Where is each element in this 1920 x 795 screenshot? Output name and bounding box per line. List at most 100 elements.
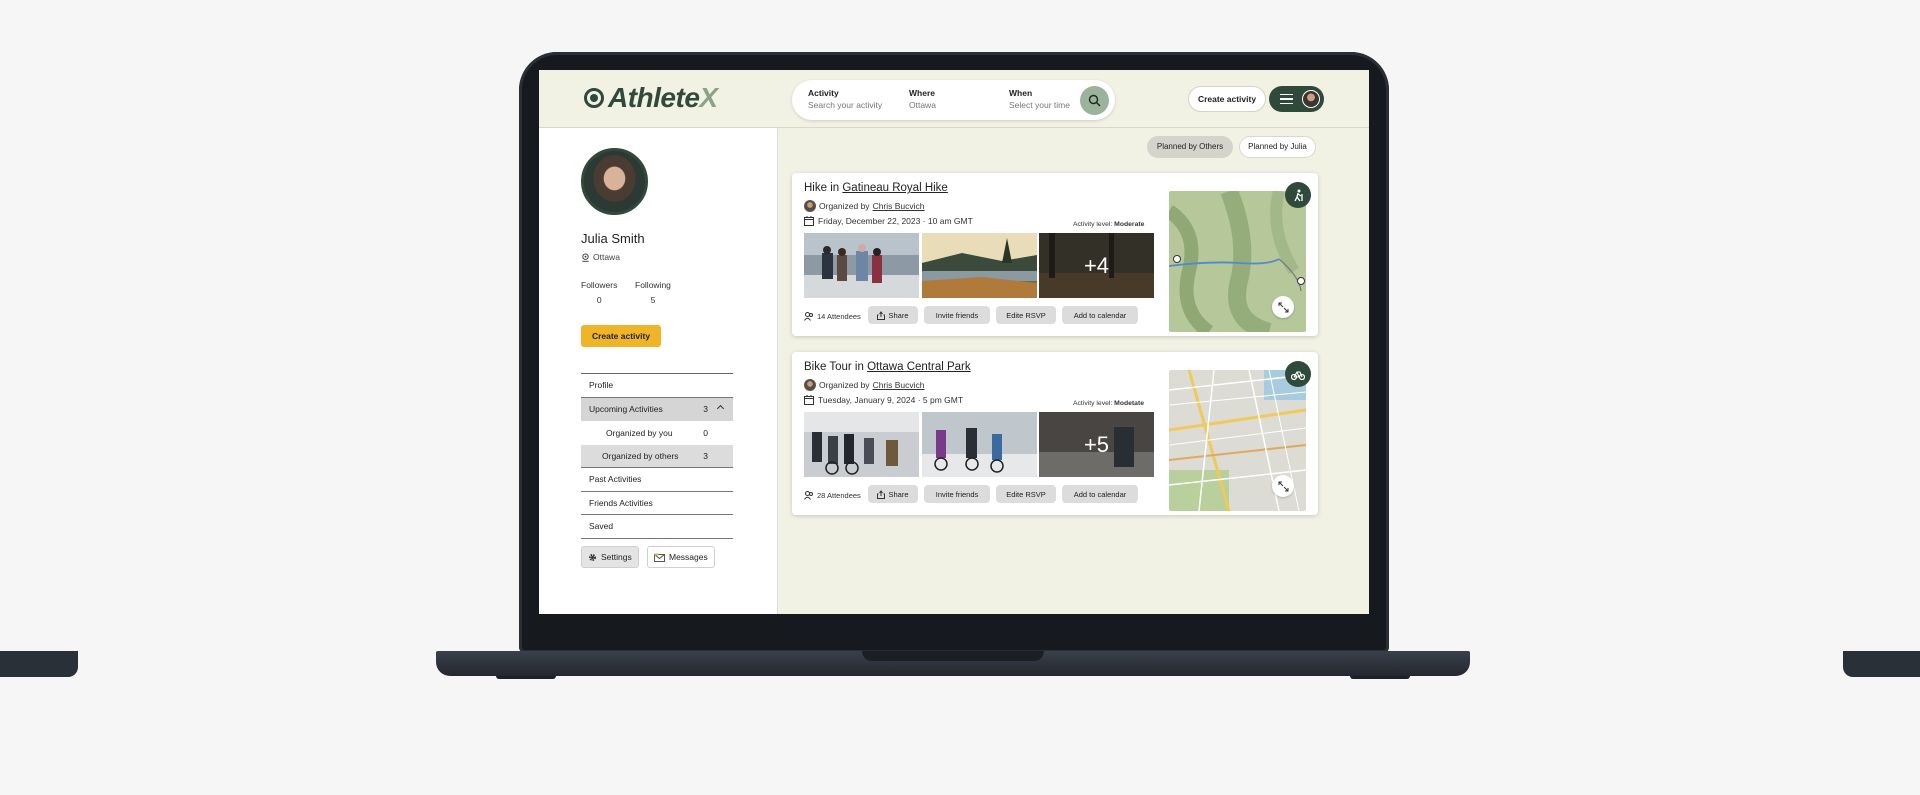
activity-title: Bike Tour in Ottawa Central Park xyxy=(804,361,971,373)
app-screen: AthleteX Activity Search your activity W… xyxy=(539,70,1369,614)
add-to-calendar-button[interactable]: Add to calendar xyxy=(1062,306,1138,324)
sidebar-item-upcoming[interactable]: Upcoming Activities 3 xyxy=(581,397,733,421)
edit-rsvp-button[interactable]: Edite RSVP xyxy=(996,306,1056,324)
more-photos-count: +4 xyxy=(1039,233,1154,298)
share-button[interactable]: Share xyxy=(868,485,918,503)
where-label: Where xyxy=(909,88,935,98)
activity-photo-more[interactable]: +4 xyxy=(1039,233,1154,298)
when-field[interactable]: When Select your time xyxy=(1009,88,1070,110)
where-field[interactable]: Where Ottawa xyxy=(909,88,936,110)
logo-icon xyxy=(584,88,604,108)
calendar-icon xyxy=(804,395,814,405)
adjacent-laptop-left xyxy=(0,651,78,677)
activity-label: Activity xyxy=(808,88,839,98)
following-label: Following xyxy=(635,280,671,290)
activity-photo[interactable] xyxy=(804,233,919,298)
search-bar: Activity Search your activity Where Otta… xyxy=(792,80,1115,120)
activity-place-link[interactable]: Gatineau Royal Hike xyxy=(842,182,947,194)
gear-icon xyxy=(588,553,597,561)
activity-field[interactable]: Activity Search your activity xyxy=(808,88,882,110)
expand-icon xyxy=(1278,302,1288,312)
activity-photo[interactable] xyxy=(922,412,1037,477)
activity-photo[interactable] xyxy=(922,233,1037,298)
search-icon xyxy=(1088,94,1101,107)
hamburger-icon xyxy=(1280,94,1293,104)
activity-photo[interactable] xyxy=(804,412,919,477)
more-photos-count: +5 xyxy=(1039,412,1154,477)
header-create-activity-button[interactable]: Create activity xyxy=(1188,86,1266,112)
cyclists-photo xyxy=(804,412,919,477)
profile-location: Ottawa xyxy=(581,252,620,262)
search-button[interactable] xyxy=(1080,86,1109,115)
sidebar-item-past[interactable]: Past Activities xyxy=(581,468,733,492)
sidebar-item-profile[interactable]: Profile xyxy=(581,374,733,398)
organizer-link[interactable]: Chris Bucvich xyxy=(873,380,925,390)
activity-card[interactable]: Bike Tour in Ottawa Central Park Organiz… xyxy=(792,352,1318,515)
following-count: 5 xyxy=(650,295,656,305)
laptop-foot xyxy=(496,676,556,679)
attendees[interactable]: 14 Attendees xyxy=(804,312,861,321)
activity-level: Activity level: Modetate xyxy=(1073,400,1145,407)
share-icon xyxy=(877,489,886,499)
organizer: Organized by Chris Bucvich xyxy=(804,379,925,391)
location-pin-icon xyxy=(582,252,589,262)
laptop-notch xyxy=(862,651,1044,661)
sidebar: Julia Smith Ottawa Followers 0 Following… xyxy=(539,128,778,614)
bike-icon xyxy=(1285,361,1311,387)
followers-stat[interactable]: Followers 0 xyxy=(581,280,617,305)
invite-friends-button[interactable]: Invite friends xyxy=(924,306,990,324)
filter-planned-by-others[interactable]: Planned by Others xyxy=(1147,136,1233,158)
activity-photo-more[interactable]: +5 xyxy=(1039,412,1154,477)
expand-map-button[interactable] xyxy=(1272,475,1294,497)
sidebar-item-saved[interactable]: Saved xyxy=(581,515,733,539)
logo-text: AthleteX xyxy=(608,82,718,113)
sidebar-item-friends[interactable]: Friends Activities xyxy=(581,492,733,515)
organizer-link[interactable]: Chris Bucvich xyxy=(873,201,925,211)
when-label: When xyxy=(1009,88,1033,98)
organizer-avatar xyxy=(804,379,816,391)
organizer: Organized by Chris Bucvich xyxy=(804,200,925,212)
filter-planned-by-julia[interactable]: Planned by Julia xyxy=(1239,136,1316,158)
envelope-icon xyxy=(654,553,665,562)
sidebar-nav: Profile Upcoming Activities 3 Organized … xyxy=(581,373,733,539)
settings-button[interactable]: Settings xyxy=(581,546,639,568)
people-icon xyxy=(804,491,813,500)
followers-count: 0 xyxy=(596,295,602,305)
sidebar-subitem-organized-by-you[interactable]: Organized by you 0 xyxy=(581,421,733,445)
hikers-photo xyxy=(804,233,919,298)
attendees[interactable]: 28 Attendees xyxy=(804,491,861,500)
activity-title: Hike in Gatineau Royal Hike xyxy=(804,182,948,194)
user-avatar xyxy=(1302,90,1320,108)
organizer-avatar xyxy=(804,200,816,212)
messages-button[interactable]: Messages xyxy=(647,546,715,568)
activity-date: Friday, December 22, 2023 · 10 am GMT xyxy=(804,216,973,226)
upcoming-count: 3 xyxy=(703,404,708,415)
activity-level: Activity level: Moderate xyxy=(1073,221,1145,228)
laptop-foot xyxy=(1350,676,1410,679)
expand-map-button[interactable] xyxy=(1272,296,1294,318)
sidebar-create-activity-button[interactable]: Create activity xyxy=(581,325,661,347)
add-to-calendar-button[interactable]: Add to calendar xyxy=(1062,485,1138,503)
top-bar: AthleteX Activity Search your activity W… xyxy=(539,70,1369,128)
activity-card[interactable]: Hike in Gatineau Royal Hike Organized by… xyxy=(792,173,1318,336)
followers-label: Followers xyxy=(581,280,618,290)
following-stat[interactable]: Following 5 xyxy=(635,280,671,305)
share-icon xyxy=(877,310,886,320)
logo[interactable]: AthleteX xyxy=(584,82,718,114)
sidebar-subitem-organized-by-others[interactable]: Organized by others 3 xyxy=(581,444,733,468)
invite-friends-button[interactable]: Invite friends xyxy=(924,485,990,503)
adjacent-laptop-right xyxy=(1843,651,1920,677)
profile-avatar xyxy=(581,148,648,215)
when-placeholder: Select your time xyxy=(1009,100,1070,110)
activity-date: Tuesday, January 9, 2024 · 5 pm GMT xyxy=(804,395,963,405)
bike-group-photo xyxy=(922,412,1037,477)
activity-placeholder: Search your activity xyxy=(808,100,883,110)
share-button[interactable]: Share xyxy=(868,306,918,324)
user-menu-button[interactable] xyxy=(1269,86,1324,112)
activity-place-link[interactable]: Ottawa Central Park xyxy=(867,361,971,373)
people-icon xyxy=(804,312,813,321)
lake-photo xyxy=(922,233,1037,298)
edit-rsvp-button[interactable]: Edite RSVP xyxy=(996,485,1056,503)
profile-name: Julia Smith xyxy=(581,231,645,246)
location-text: Ottawa xyxy=(593,252,620,262)
